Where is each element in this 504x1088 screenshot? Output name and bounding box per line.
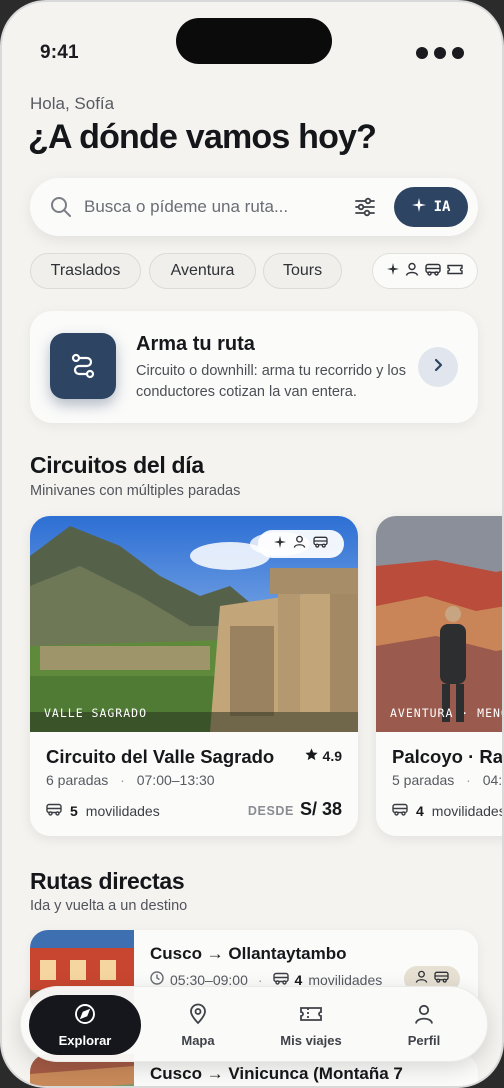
vans-count: 5: [70, 802, 78, 819]
route-title: Cusco → Vinicunca (Montaña 7 colores): [150, 1064, 403, 1086]
ai-button-label: IA: [433, 199, 451, 215]
circuit-mode-pill: [258, 530, 344, 558]
circuit-title: Palcoyo · Rai: [392, 746, 504, 767]
van-icon: [46, 802, 62, 819]
circuit-meta: 5 paradas · 04:3: [392, 772, 503, 788]
tab-perfil[interactable]: Perfil: [377, 995, 471, 1055]
rating-value: 4.9: [322, 748, 342, 764]
build-route-title: Arma tu ruta: [136, 333, 255, 355]
vans-count: 4: [416, 802, 424, 819]
search-bar[interactable]: Busca o pídeme una ruta... IA: [30, 178, 478, 236]
price-amount: S/ 38: [299, 799, 342, 819]
circuit-vans: 5 movilidades: [46, 802, 160, 819]
circuit-vans: 4 movilidades: [392, 802, 504, 819]
sliders-icon[interactable]: [354, 196, 376, 223]
person-icon: [405, 262, 419, 281]
direct-routes-title: Rutas directas: [30, 868, 185, 894]
person-icon: [293, 535, 306, 553]
chip-traslados[interactable]: Traslados: [30, 253, 141, 289]
tab-label: Perfil: [407, 1032, 441, 1048]
sparkle-icon: [411, 198, 426, 216]
direct-routes-subtitle: Ida y vuelta a un destino: [30, 898, 188, 914]
search-icon: [50, 196, 72, 223]
ai-search-button[interactable]: IA: [394, 187, 468, 227]
person-icon: [413, 1003, 435, 1028]
tab-mis-viajes[interactable]: Mis viajes: [261, 995, 361, 1055]
chip-aventura[interactable]: Aventura: [149, 253, 256, 289]
circuit-price: DESDE S/ 38: [248, 799, 342, 820]
circuit-stops: 5 paradas: [392, 772, 455, 788]
circuits-subtitle: Minivanes con múltiples paradas: [30, 483, 241, 499]
van-icon: [392, 802, 408, 819]
search-input[interactable]: Busca o pídeme una ruta...: [84, 197, 288, 217]
circuit-photo: [376, 516, 502, 732]
build-route-description: Circuito o downhill: arma tu recorrido y…: [136, 363, 406, 400]
star-icon: [304, 748, 318, 764]
status-time: 9:41: [40, 42, 79, 63]
tab-label: Explorar: [58, 1032, 112, 1048]
circuit-rating: 4.9: [304, 748, 342, 764]
vans-label: movilidades: [85, 802, 160, 819]
tab-label: Mapa: [181, 1032, 215, 1048]
circuit-hours: 07:00–13:30: [136, 772, 215, 788]
build-route-button[interactable]: [418, 347, 458, 387]
phone-screen: 9:41 Hola, Sofía ¿A dónde vamos hoy? Bus…: [0, 0, 504, 1088]
tab-explorar[interactable]: Explorar: [29, 995, 141, 1055]
mode-filter-chip[interactable]: [372, 253, 478, 289]
chip-tours[interactable]: Tours: [263, 253, 342, 289]
circuit-card[interactable]: VALLE SAGRADO Circuito del Valle Sagrado…: [30, 516, 358, 836]
circuit-place: VALLE SAGRADO: [44, 706, 148, 720]
sparkle-icon: [274, 535, 286, 553]
circuit-meta: 6 paradas · 07:00–13:30: [46, 772, 215, 788]
van-icon: [425, 262, 441, 281]
circuits-title: Circuitos del día: [30, 452, 204, 478]
price-prefix: DESDE: [247, 804, 294, 818]
dynamic-island: [176, 18, 332, 64]
greeting: Hola, Sofía: [30, 94, 115, 113]
circuit-card[interactable]: AVENTURA · MENO Palcoyo · Rai 5 paradas …: [376, 516, 504, 836]
circuit-title: Circuito del Valle Sagrado: [46, 746, 275, 767]
ticket-icon: [299, 1003, 323, 1028]
status-bar: 9:41: [2, 2, 502, 102]
page-title: ¿A dónde vamos hoy?: [28, 118, 377, 156]
ticket-icon: [447, 262, 463, 281]
circuit-place: AVENTURA · MENO: [390, 706, 504, 720]
more-dots-icon[interactable]: [416, 47, 464, 59]
route-title: Cusco → Ollantaytambo: [150, 944, 347, 963]
van-icon: [313, 535, 328, 553]
chevron-right-icon: [432, 358, 444, 377]
tab-bar: Explorar Mapa Mis viajes Perfil: [20, 986, 488, 1062]
circuit-hours: 04:3: [482, 772, 503, 788]
sparkle-icon: [387, 262, 399, 280]
tab-mapa[interactable]: Mapa: [151, 995, 245, 1055]
circuit-stops: 6 paradas: [46, 772, 109, 788]
route-icon: [50, 333, 116, 399]
build-route-card[interactable]: Arma tu ruta Circuito o downhill: arma t…: [30, 311, 478, 423]
compass-icon: [74, 1003, 96, 1028]
tab-label: Mis viajes: [280, 1032, 342, 1048]
map-pin-icon: [187, 1003, 209, 1028]
vans-label: movilidades: [431, 802, 504, 819]
